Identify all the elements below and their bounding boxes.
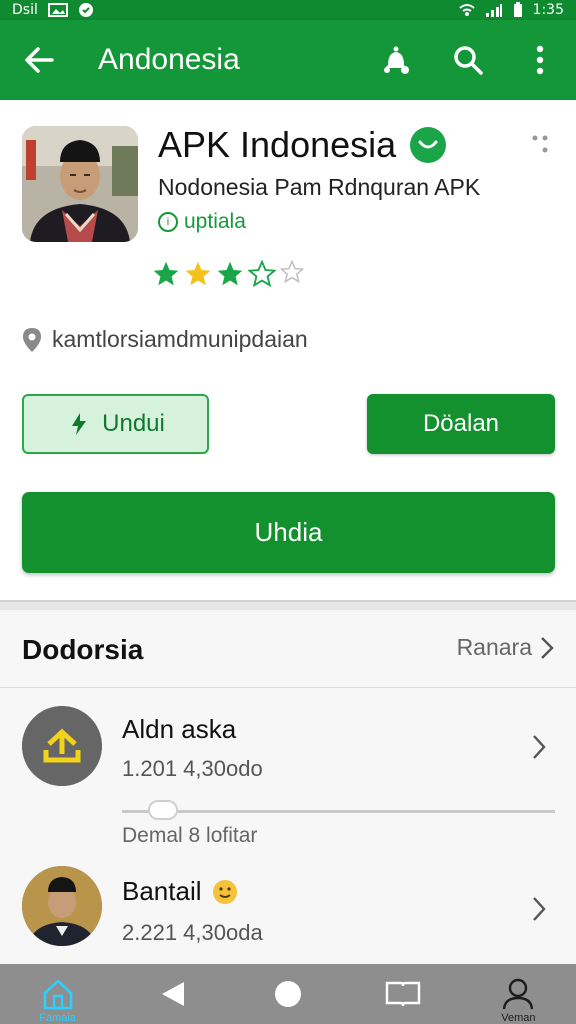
rating-stars bbox=[152, 260, 304, 288]
star-empty-icon bbox=[280, 260, 304, 284]
gallery-icon bbox=[47, 3, 68, 17]
item-upload-icon bbox=[22, 706, 102, 786]
item-avatar bbox=[22, 866, 102, 946]
app-avatar bbox=[22, 126, 138, 242]
status-clock: 1:35 bbox=[532, 2, 564, 18]
update-tag-text: uptiala bbox=[184, 210, 246, 233]
profile-icon bbox=[503, 978, 534, 1010]
search-button[interactable] bbox=[432, 20, 504, 100]
star-filled-icon bbox=[217, 261, 243, 286]
search-icon bbox=[454, 46, 483, 75]
nav-back[interactable] bbox=[115, 964, 230, 1024]
related-section: Dodorsia Ranara Aldn aska 1.201 4,30odo … bbox=[0, 610, 576, 964]
back-triangle-icon bbox=[161, 982, 184, 1006]
section-header: Dodorsia Ranara bbox=[0, 610, 576, 688]
flash-icon bbox=[72, 413, 87, 435]
open-button-label: Döalan bbox=[422, 410, 500, 437]
item-chevron-icon bbox=[532, 734, 546, 765]
battery-icon bbox=[513, 2, 522, 17]
more-options-button[interactable] bbox=[532, 134, 548, 159]
primary-install-label: Uhdia bbox=[254, 517, 323, 547]
item-title-text: Aldn aska bbox=[122, 714, 237, 744]
section-title: Dodorsia bbox=[22, 634, 144, 665]
verified-badge-icon bbox=[410, 127, 447, 163]
person-photo-icon bbox=[22, 866, 102, 946]
location-row: kamtlorsiamdmunipdaian bbox=[22, 326, 308, 353]
app-name-text: APK Indonesia bbox=[158, 124, 397, 165]
star-outline-icon bbox=[248, 260, 276, 288]
see-more-label: Ranara bbox=[456, 634, 532, 660]
app-bar: Andonesia bbox=[0, 20, 576, 100]
location-pin-icon bbox=[23, 327, 41, 352]
primary-install-button[interactable]: Uhdia bbox=[22, 492, 555, 573]
progress-knob[interactable] bbox=[148, 800, 178, 820]
signal-icon bbox=[485, 4, 502, 17]
more-dots-icon bbox=[532, 135, 548, 153]
status-carrier-text: Dsil bbox=[12, 2, 38, 18]
app-subtitle: Nodonesia Pam Rdnquran APK bbox=[158, 174, 481, 200]
person-photo-icon bbox=[22, 126, 138, 242]
download-outline-label: Undui bbox=[102, 410, 165, 437]
notification-icon bbox=[78, 3, 93, 17]
nav-profile-label: Veman bbox=[501, 1012, 536, 1024]
progress-slider[interactable] bbox=[122, 800, 555, 820]
location-text: kamtlorsiamdmunipdaian bbox=[52, 326, 308, 352]
item-title: Aldn aska bbox=[122, 714, 236, 745]
section-divider bbox=[0, 600, 576, 610]
item-subtitle: 2.221 4,30oda bbox=[122, 920, 263, 945]
back-arrow-icon bbox=[25, 47, 54, 73]
download-outline-button[interactable]: Undui bbox=[22, 394, 209, 454]
item-title-text: Bantail bbox=[122, 876, 202, 906]
open-button[interactable]: Döalan bbox=[367, 394, 555, 454]
wifi-icon bbox=[458, 4, 475, 16]
star-filled-icon bbox=[185, 261, 211, 286]
nav-home[interactable]: Famaia bbox=[0, 964, 115, 1024]
emoji-icon bbox=[212, 879, 237, 904]
book-icon bbox=[386, 981, 421, 1007]
home-icon bbox=[43, 979, 72, 1010]
status-bar: Dsil 1:35 bbox=[0, 0, 576, 20]
progress-label: Demal 8 lofitar bbox=[122, 824, 258, 847]
bottom-navigation: Famaia Veman bbox=[0, 964, 576, 1024]
nav-home-circle[interactable] bbox=[230, 964, 345, 1024]
app-name: APK Indonesia bbox=[158, 124, 447, 166]
overflow-menu-button[interactable] bbox=[504, 20, 576, 100]
more-vertical-icon bbox=[536, 45, 544, 75]
nav-profile[interactable]: Veman bbox=[461, 964, 576, 1024]
item-title: Bantail bbox=[122, 876, 238, 907]
bell-icon bbox=[384, 46, 409, 74]
page-title: Andonesia bbox=[98, 43, 240, 76]
star-filled-icon bbox=[153, 261, 179, 286]
nav-library[interactable] bbox=[346, 964, 461, 1024]
app-header-card: APK Indonesia Nodonesia Pam Rdnquran APK… bbox=[0, 100, 576, 600]
see-more-link[interactable]: Ranara bbox=[457, 634, 554, 661]
item-chevron-icon bbox=[532, 896, 546, 927]
back-button[interactable] bbox=[0, 20, 78, 100]
update-tag: i uptiala bbox=[158, 210, 246, 234]
item-subtitle: 1.201 4,30odo bbox=[122, 756, 263, 781]
nav-home-label: Famaia bbox=[39, 1012, 76, 1024]
notification-bell-button[interactable] bbox=[360, 20, 432, 100]
home-circle-icon bbox=[275, 981, 301, 1007]
chevron-right-icon bbox=[541, 636, 554, 659]
update-info-icon: i bbox=[158, 212, 178, 232]
